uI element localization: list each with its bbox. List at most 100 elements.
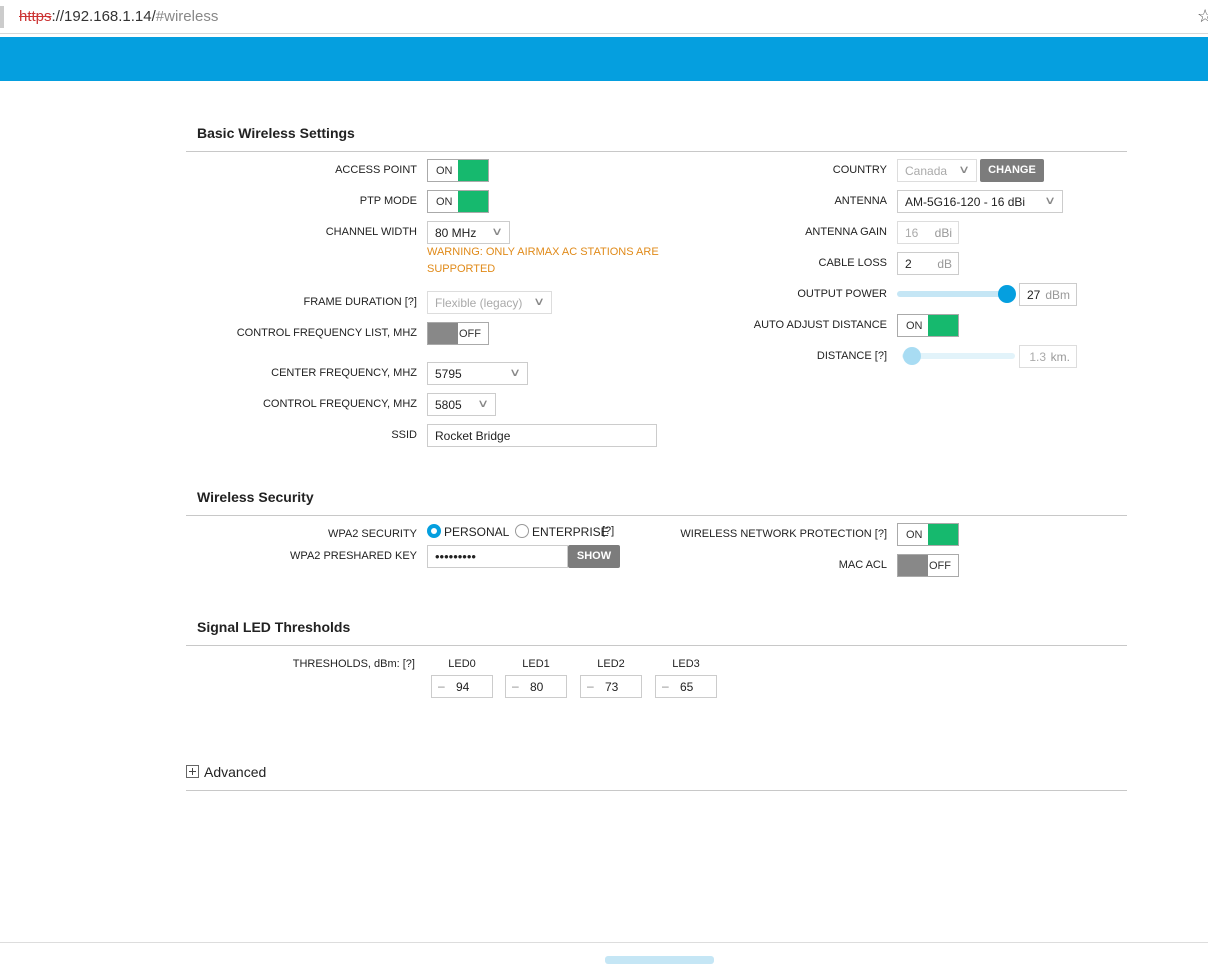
toggle-knob — [458, 191, 488, 212]
control-freq-select[interactable]: 5805 ∨ — [427, 393, 496, 416]
footer-divider — [0, 942, 1208, 943]
ssid-input[interactable]: Rocket Bridge — [427, 424, 657, 447]
select-value: AM-5G16-120 - 16 dBi — [905, 195, 1026, 209]
minus-sign: – — [512, 679, 519, 693]
advanced-title[interactable]: Advanced — [204, 764, 266, 780]
input-value: 1.3 — [1029, 350, 1046, 364]
section-title-basic: Basic Wireless Settings — [197, 125, 355, 141]
led2-header: LED2 — [597, 658, 625, 670]
unit-label: dBi — [934, 226, 952, 240]
slider-handle[interactable] — [998, 285, 1016, 303]
distance-label: DISTANCE [?] — [816, 350, 887, 362]
led2-input[interactable]: –73 — [580, 675, 642, 698]
warning-line: SUPPORTED — [427, 263, 496, 275]
toggle-state: ON — [436, 165, 453, 177]
led0-input[interactable]: –94 — [431, 675, 493, 698]
access-point-toggle[interactable]: ON — [427, 159, 489, 182]
select-value: 5805 — [435, 398, 462, 412]
ssid-label: SSID — [391, 429, 417, 441]
input-value: 16 — [905, 226, 919, 240]
wpa2-security-label: WPA2 SECURITY — [327, 528, 417, 540]
distance-input[interactable]: 1.3 km. — [1019, 345, 1077, 368]
personal-radio-label[interactable]: PERSONAL — [444, 525, 509, 539]
auto-adjust-toggle[interactable]: ON — [897, 314, 959, 337]
top-header-bar — [0, 37, 1208, 81]
led1-header: LED1 — [522, 658, 550, 670]
url-hash: #wireless — [155, 8, 219, 25]
led1-input[interactable]: –80 — [505, 675, 567, 698]
psk-label: WPA2 PRESHARED KEY — [290, 550, 417, 562]
chevron-down-icon: ∨ — [508, 367, 522, 379]
frame-duration-select[interactable]: Flexible (legacy) ∨ — [427, 291, 552, 314]
control-freq-label: CONTROL FREQUENCY, MHz — [262, 398, 417, 410]
toggle-knob — [928, 315, 958, 336]
unit-label: dB — [937, 257, 952, 271]
enterprise-help-link[interactable]: [?] — [602, 525, 614, 537]
slider-handle[interactable] — [903, 347, 921, 365]
ptp-mode-label: PTP MODE — [359, 195, 417, 207]
show-key-button[interactable]: SHOW — [568, 545, 620, 568]
select-value: Flexible (legacy) — [435, 296, 523, 310]
chevron-down-icon: ∨ — [490, 226, 504, 238]
center-freq-label: CENTER FREQUENCY, MHz — [271, 367, 417, 379]
chevron-down-icon: ∨ — [957, 164, 971, 176]
url-bar-edge — [0, 6, 4, 28]
center-freq-select[interactable]: 5795 ∨ — [427, 362, 528, 385]
channel-width-label: CHANNEL WIDTH — [325, 226, 417, 238]
cable-loss-label: CABLE LOSS — [818, 257, 887, 269]
channel-width-select[interactable]: 80 MHz ∨ — [427, 221, 510, 244]
input-value: 27 — [1027, 288, 1041, 302]
unit-label: dBm — [1045, 288, 1070, 302]
protection-label: WIRELESS NETWORK PROTECTION [?] — [680, 528, 887, 540]
control-freq-list-toggle[interactable]: OFF — [427, 322, 489, 345]
save-changes-button[interactable] — [605, 956, 714, 964]
antenna-gain-input[interactable]: 16 dBi — [897, 221, 959, 244]
led3-header: LED3 — [672, 658, 700, 670]
channel-width-warning: WARNING: ONLY AIRMAX AC STATIONS ARE SUPP… — [427, 244, 659, 278]
control-freq-list-label: CONTROL FREQUENCY LIST, MHz — [236, 327, 417, 339]
led-value: 94 — [456, 680, 470, 694]
psk-input[interactable]: ••••••••• — [427, 545, 568, 568]
toggle-state: ON — [906, 529, 923, 541]
frame-duration-label: FRAME DURATION [?] — [303, 296, 417, 308]
minus-sign: – — [587, 679, 594, 693]
chevron-down-icon: ∨ — [532, 296, 546, 308]
output-power-label: OUTPUT POWER — [797, 288, 887, 300]
mac-acl-toggle[interactable]: OFF — [897, 554, 959, 577]
personal-radio[interactable] — [427, 524, 441, 538]
output-power-input[interactable]: 27 dBm — [1019, 283, 1077, 306]
url-text[interactable]: https://192.168.1.14/#wireless — [19, 8, 218, 25]
section-divider — [186, 790, 1127, 791]
ptp-mode-toggle[interactable]: ON — [427, 190, 489, 213]
chevron-down-icon: ∨ — [476, 398, 490, 410]
select-value: 80 MHz — [435, 226, 477, 240]
led3-input[interactable]: –65 — [655, 675, 717, 698]
toggle-knob — [928, 524, 958, 545]
antenna-gain-label: ANTENNA GAIN — [805, 226, 887, 238]
toggle-knob — [458, 160, 488, 181]
toggle-knob — [428, 323, 458, 344]
antenna-label: ANTENNA — [834, 195, 887, 207]
toggle-knob — [898, 555, 928, 576]
toggle-state: ON — [436, 196, 453, 208]
led-value: 65 — [680, 680, 694, 694]
browser-url-bar[interactable]: https://192.168.1.14/#wireless ☆ — [0, 0, 1208, 34]
cable-loss-input[interactable]: 2 dB — [897, 252, 959, 275]
plus-box-icon[interactable] — [186, 765, 199, 778]
enterprise-radio[interactable] — [515, 524, 529, 538]
section-title-led: Signal LED Thresholds — [197, 619, 351, 635]
led-value: 80 — [530, 680, 544, 694]
antenna-select[interactable]: AM-5G16-120 - 16 dBi ∨ — [897, 190, 1063, 213]
mac-acl-label: MAC ACL — [838, 559, 887, 571]
input-value: 2 — [905, 257, 912, 271]
auto-adjust-label: AUTO ADJUST DISTANCE — [753, 319, 887, 331]
country-select[interactable]: Canada ∨ — [897, 159, 977, 182]
led0-header: LED0 — [448, 658, 476, 670]
star-icon[interactable]: ☆ — [1197, 6, 1208, 27]
protection-toggle[interactable]: ON — [897, 523, 959, 546]
section-title-security: Wireless Security — [197, 489, 314, 505]
minus-sign: – — [662, 679, 669, 693]
unit-label: km. — [1050, 350, 1070, 364]
enterprise-radio-label[interactable]: ENTERPRISE — [532, 525, 609, 539]
change-country-button[interactable]: CHANGE — [980, 159, 1044, 182]
